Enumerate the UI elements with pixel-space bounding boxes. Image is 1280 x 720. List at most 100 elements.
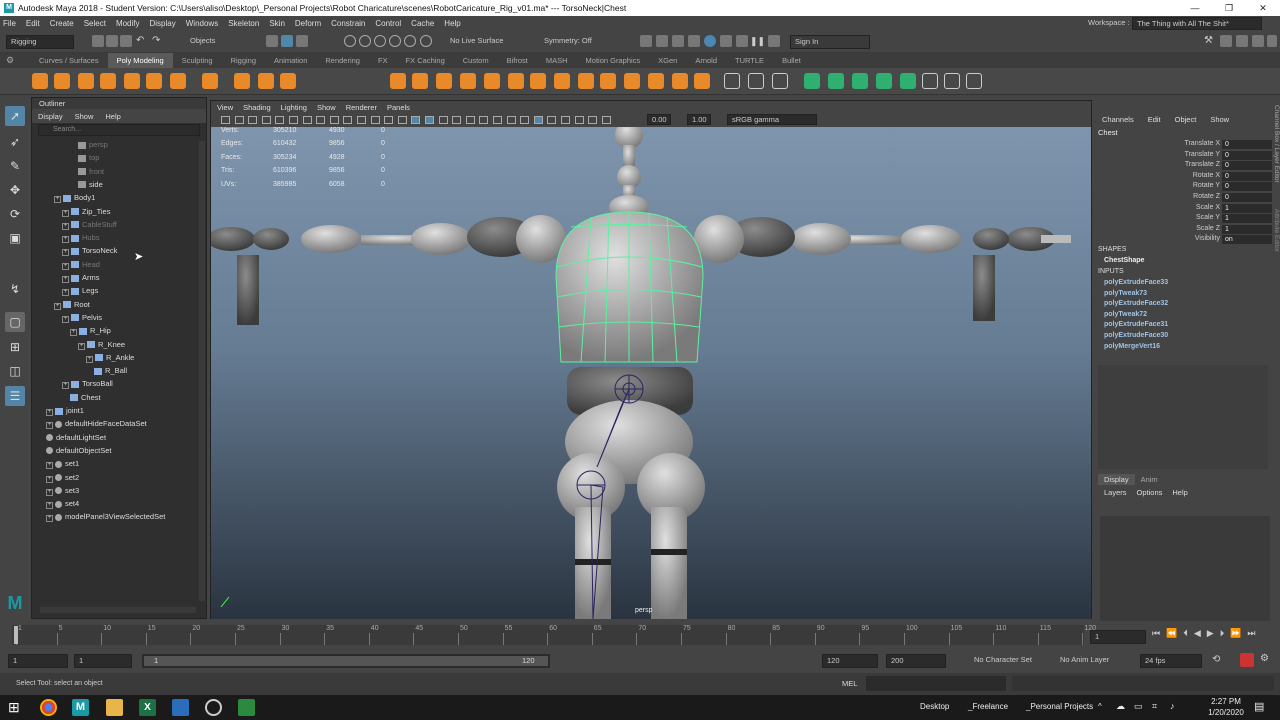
fps-dropdown[interactable]: 24 fps <box>1140 654 1202 668</box>
camera-select-icon[interactable] <box>221 116 230 124</box>
expand-toggle-icon[interactable]: + <box>46 409 53 416</box>
bookmark-icon[interactable] <box>261 116 271 124</box>
start-time-field[interactable]: 1 <box>8 654 68 668</box>
input-node-item[interactable]: polyExtrudeFace32 <box>1094 299 1168 310</box>
grid-icon[interactable] <box>922 73 938 89</box>
outliner-item-hubs[interactable]: + Hubs <box>62 231 100 244</box>
input-node-item[interactable]: polyMergeVert16 <box>1094 342 1168 353</box>
pause-render-icon[interactable]: ❚❚ <box>750 35 765 47</box>
edit-edge-flow-icon[interactable] <box>694 73 710 89</box>
input-node-item[interactable]: polyExtrudeFace33 <box>1094 278 1168 289</box>
tool-settings-icon[interactable] <box>1236 35 1248 47</box>
rotate-tool-icon[interactable]: ⟳ <box>5 204 25 224</box>
outliner-search-input[interactable]: Search... <box>38 124 200 136</box>
shelf-tab-curves-surfaces[interactable]: Curves / Surfaces <box>30 53 108 68</box>
step-back-icon[interactable]: ⏴ <box>1183 628 1188 639</box>
layer-menu-help[interactable]: Help <box>1172 488 1187 497</box>
outliner-layout-icon[interactable]: ☰ <box>5 386 25 406</box>
outliner-item-head[interactable]: + Head <box>62 258 100 271</box>
shelf-tab-bullet[interactable]: Bullet <box>773 53 810 68</box>
uv-editor-icon[interactable] <box>748 73 764 89</box>
hypershade-icon[interactable] <box>720 35 732 47</box>
attribute-value-field[interactable]: 1 <box>1222 224 1272 234</box>
outliner-item-r-knee[interactable]: + R_Knee <box>78 338 125 351</box>
outliner-scrollbar[interactable] <box>199 141 205 601</box>
time-slider[interactable]: 1 5 10 15 20 25 30 35 40 45 50 55 60 65 70 75 80 85 90 95 10… <box>0 622 1280 650</box>
end-time-field[interactable]: 200 <box>886 654 946 668</box>
3d-scene[interactable]: Verts: 305210 4930 0 Edges: 610432 9856 0 Faces:… <box>211 127 1091 619</box>
network-icon[interactable]: ⌗ <box>1152 701 1157 712</box>
attribute-value-field[interactable]: 0 <box>1222 171 1272 181</box>
menu-skeleton[interactable]: Skeleton <box>228 19 259 28</box>
select-component-icon[interactable] <box>296 35 308 47</box>
snap-view-plane-icon[interactable] <box>389 35 401 47</box>
redo-icon[interactable]: ↷ <box>152 35 164 47</box>
freeze-transforms-icon[interactable] <box>828 73 844 89</box>
extrude-icon[interactable] <box>508 73 524 89</box>
steam-icon[interactable] <box>205 699 222 716</box>
scale-tool-icon[interactable]: ▣ <box>5 228 25 248</box>
attribute-name[interactable]: Rotate Y <box>1140 182 1220 189</box>
minimize-button[interactable]: — <box>1178 0 1212 16</box>
attribute-value-field[interactable]: 1 <box>1222 214 1272 224</box>
shelf-tab-fx[interactable]: FX <box>369 53 397 68</box>
shelf-tab-fx-caching[interactable]: FX Caching <box>397 53 454 68</box>
smooth-icon[interactable] <box>436 73 452 89</box>
isolate-select-icon[interactable] <box>533 116 543 124</box>
camera-lock-icon[interactable] <box>234 116 244 124</box>
fill-hole-icon[interactable] <box>578 73 594 89</box>
expand-toggle-icon[interactable]: + <box>62 289 69 297</box>
far-clip-field[interactable]: 1.00 <box>687 114 711 125</box>
outliner-item-torsoneck[interactable]: + TorsoNeck <box>62 244 117 257</box>
poly-cylinder-icon[interactable] <box>78 73 94 89</box>
outliner-item-root[interactable]: + Root <box>54 298 90 311</box>
history-icon[interactable] <box>640 35 652 47</box>
shape-item[interactable]: ChestShape <box>1104 257 1144 264</box>
crease-icon[interactable] <box>772 73 788 89</box>
menu-cache[interactable]: Cache <box>411 19 434 28</box>
wireframe-icon[interactable] <box>411 116 421 124</box>
expand-toggle-icon[interactable]: + <box>86 355 93 363</box>
go-to-start-icon[interactable]: ⏮ <box>1152 628 1160 639</box>
color-space-dropdown[interactable]: sRGB gamma <box>727 114 817 125</box>
live-surface-dropdown[interactable]: No Live Surface <box>446 35 526 49</box>
attribute-value-field[interactable]: 0 <box>1222 193 1272 202</box>
outliner-item-modelpanel3viewselectedset[interactable]: + modelPanel3ViewSelectedSet <box>46 510 165 523</box>
shelf-settings-icon[interactable]: ⚙ <box>6 55 14 66</box>
outliner-item-zip-ties[interactable]: + Zip_Ties <box>62 205 110 218</box>
shelf-tab-arnold[interactable]: Arnold <box>686 53 726 68</box>
xray-components-icon[interactable] <box>574 116 584 124</box>
snap-surface-icon[interactable] <box>404 35 416 47</box>
snap-pivot-icon[interactable] <box>420 35 432 47</box>
bevel-icon[interactable] <box>554 73 570 89</box>
shelf-tab-xgen[interactable]: XGen <box>649 53 686 68</box>
clock-date[interactable]: 1/20/2020 <box>1204 708 1248 717</box>
shelf-tab-rigging[interactable]: Rigging <box>222 53 265 68</box>
outliner-item-defaultlightset[interactable]: defaultLightSet <box>46 431 106 444</box>
anti-alias-icon[interactable] <box>520 116 530 124</box>
expand-toggle-icon[interactable]: + <box>62 276 69 283</box>
selection-mode-dropdown[interactable]: Objects <box>186 35 248 49</box>
menu-display[interactable]: Display <box>150 19 176 28</box>
light-editor-icon[interactable] <box>768 35 780 47</box>
channel-box-side-tab[interactable]: Channel Box / Layer Editor <box>1270 105 1280 305</box>
boolean-icon[interactable] <box>460 73 476 89</box>
multi-cut-icon[interactable] <box>600 73 616 89</box>
outliner-item-legs[interactable]: + Legs <box>62 284 98 297</box>
maya-taskbar-icon[interactable]: M <box>72 699 89 716</box>
menu-windows[interactable]: Windows <box>186 19 218 28</box>
expand-toggle-icon[interactable]: + <box>62 209 69 217</box>
attribute-editor-side-tab[interactable]: Attribute Editor <box>1270 209 1280 269</box>
current-frame-field[interactable]: 1 <box>1090 630 1146 644</box>
outliner-hscrollbar[interactable] <box>40 607 196 613</box>
symmetry-dropdown[interactable]: Symmetry: Off <box>540 35 610 49</box>
xray-icon[interactable] <box>547 116 557 124</box>
viewport-menu-shading[interactable]: Shading <box>243 103 271 112</box>
windows-start-icon[interactable]: ⊞ <box>8 699 20 716</box>
input-node-item[interactable]: polyExtrudeFace30 <box>1094 331 1168 342</box>
select-hierarchy-icon[interactable] <box>266 35 278 47</box>
mirror-icon[interactable] <box>484 73 500 89</box>
outliner-item-set3[interactable]: + set3 <box>46 484 79 497</box>
time-ruler[interactable]: 1 5 10 15 20 25 30 35 40 45 50 55 60 65 70 75 80 85 90 95 10… <box>12 625 1096 645</box>
outliner-item-arms[interactable]: + Arms <box>62 271 100 284</box>
